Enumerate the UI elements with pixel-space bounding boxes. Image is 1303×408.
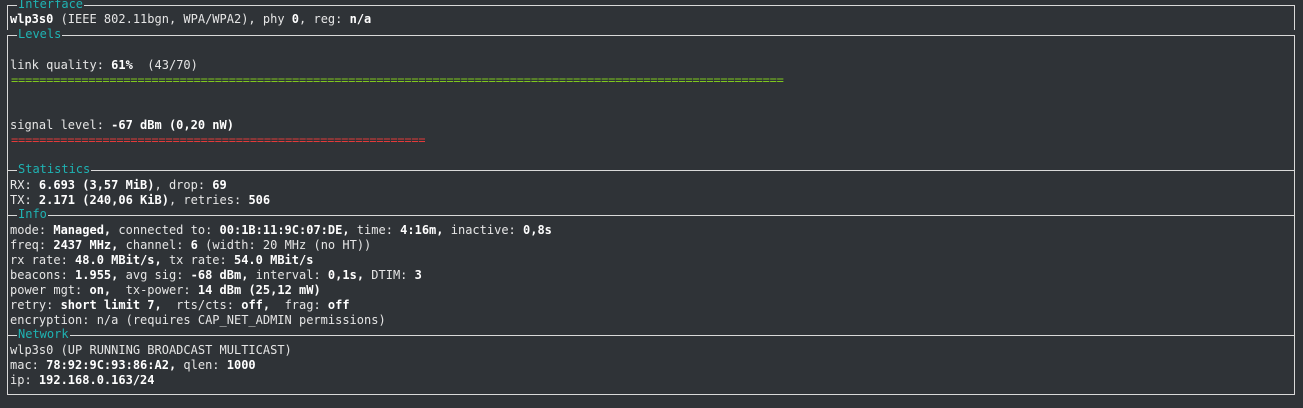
retry-label: retry:	[10, 298, 61, 312]
tx-rate-label: tx rate:	[161, 253, 234, 267]
width-text: (width: 20 MHz (no HT))	[197, 238, 372, 252]
freq-label: freq:	[10, 238, 54, 252]
rtscts-value: off,	[241, 298, 271, 312]
rx-rate-value: 48.0 MBit/s,	[75, 253, 162, 267]
freq-value: 2437 MHz,	[53, 238, 119, 252]
mode-line: mode: Managed, connected to: 00:1B:11:9C…	[10, 223, 552, 238]
link-quality-bar: ========================================…	[11, 74, 784, 86]
network-iface-line: wlp3s0 (UP RUNNING BROADCAST MULTICAST)	[10, 343, 292, 358]
tx-rate-value: 54.0 MBit/s	[233, 253, 314, 267]
power-label: power mgt:	[10, 283, 90, 297]
link-quality-extra: (43/70)	[132, 58, 198, 72]
interface-name: wlp3s0	[10, 12, 54, 26]
signal-level-extra: (0,20 nW)	[161, 118, 234, 132]
link-quality-value: 61%	[111, 58, 133, 72]
link-quality-label: link quality:	[10, 58, 112, 72]
network-title: Network	[17, 327, 70, 341]
statistics-panel: Statistics RX: 6.693 (3,57 MiB), drop: 6…	[7, 162, 1295, 216]
inactive-value: 0,8s	[523, 223, 552, 237]
signal-level-bar: ========================================…	[11, 134, 426, 146]
tx-label: TX:	[10, 193, 39, 207]
interval-value: 0,1s,	[327, 268, 365, 282]
tx-value: 2.171 (240,06 KiB)	[38, 193, 169, 207]
inactive-label: inactive:	[443, 223, 523, 237]
beacons-value: 1.955,	[75, 268, 119, 282]
power-line: power mgt: on, tx-power: 14 dBm (25,12 m…	[10, 283, 321, 298]
ip-value: 192.168.0.163/24	[38, 373, 155, 387]
signal-level-label: signal level:	[10, 118, 112, 132]
interface-reg-label: , reg:	[299, 12, 350, 26]
mode-value: Managed,	[53, 223, 112, 237]
interface-reg: n/a	[349, 12, 372, 26]
network-flags: (UP RUNNING BROADCAST MULTICAST)	[53, 343, 292, 357]
rtscts-label: rts/cts:	[161, 298, 242, 312]
info-title: Info	[17, 207, 48, 221]
bssid-value: 00:1B:11:9C:07:DE,	[219, 223, 350, 237]
mac-label: mac:	[10, 358, 47, 372]
rx-rate-label: rx rate:	[10, 253, 76, 267]
mac-value: 78:92:9C:93:86:A2,	[46, 358, 177, 372]
dtim-label: DTIM:	[364, 268, 415, 282]
rx-label: RX:	[10, 178, 39, 192]
levels-panel: Levels link quality: 61% (43/70) =======…	[7, 27, 1295, 171]
txpower-label: tx-power:	[111, 283, 198, 297]
wavemon-terminal: Interface wlp3s0 (IEEE 802.11bgn, WPA/WP…	[0, 0, 1303, 408]
rx-value: 6.693 (3,57 MiB)	[38, 178, 155, 192]
signal-level-line: signal level: -67 dBm (0,20 nW)	[10, 118, 234, 133]
signal-level-value: -67 dBm	[111, 118, 162, 132]
beacons-label: beacons:	[10, 268, 76, 282]
mode-label: mode:	[10, 223, 54, 237]
network-panel: Network wlp3s0 (UP RUNNING BROADCAST MUL…	[7, 327, 1295, 395]
mac-line: mac: 78:92:9C:93:86:A2, qlen: 1000	[10, 358, 256, 373]
levels-title: Levels	[17, 27, 63, 41]
rate-line: rx rate: 48.0 MBit/s, tx rate: 54.0 MBit…	[10, 253, 313, 268]
network-iface: wlp3s0	[10, 343, 54, 357]
qlen-value: 1000	[226, 358, 256, 372]
frag-value: off	[327, 298, 350, 312]
rx-drop-label: , drop:	[154, 178, 213, 192]
encryption-line: encryption: n/a (requires CAP_NET_ADMIN …	[10, 313, 386, 327]
tx-retries-label: , retries:	[168, 193, 249, 207]
rx-line: RX: 6.693 (3,57 MiB), drop: 69	[10, 178, 227, 193]
channel-value: 6	[190, 238, 198, 252]
ip-line: ip: 192.168.0.163/24	[10, 373, 155, 388]
interface-title: Interface	[17, 0, 85, 11]
time-value: 4:16m,	[400, 223, 444, 237]
dtim-value: 3	[414, 268, 422, 282]
freq-line: freq: 2437 MHz, channel: 6 (width: 20 MH…	[10, 238, 371, 253]
statistics-title: Statistics	[17, 162, 92, 176]
avg-sig-label: avg sig:	[118, 268, 191, 282]
qlen-label: qlen:	[176, 358, 227, 372]
power-value: on,	[89, 283, 112, 297]
retry-value: short limit 7,	[60, 298, 162, 312]
tx-retries: 506	[248, 193, 271, 207]
channel-label: channel:	[118, 238, 191, 252]
retry-line: retry: short limit 7, rts/cts: off, frag…	[10, 298, 350, 313]
frag-label: frag:	[270, 298, 328, 312]
interface-line: wlp3s0 (IEEE 802.11bgn, WPA/WPA2), phy 0…	[10, 12, 371, 27]
link-quality-line: link quality: 61% (43/70)	[10, 58, 198, 73]
ip-label: ip:	[10, 373, 39, 387]
rx-drop: 69	[212, 178, 227, 192]
txpower-value: 14 dBm	[197, 283, 242, 297]
interface-phy: 0	[291, 12, 300, 26]
interface-panel: Interface wlp3s0 (IEEE 802.11bgn, WPA/WP…	[7, 0, 1295, 30]
connected-label: connected to:	[111, 223, 220, 237]
txpower-extra: (25,12 mW)	[241, 283, 321, 297]
info-panel: Info mode: Managed, connected to: 00:1B:…	[7, 207, 1295, 336]
interval-label: interval:	[248, 268, 328, 282]
beacons-line: beacons: 1.955, avg sig: -68 dBm, interv…	[10, 268, 422, 283]
avg-sig-value: -68 dBm,	[190, 268, 249, 282]
tx-line: TX: 2.171 (240,06 KiB), retries: 506	[10, 193, 270, 208]
interface-desc: (IEEE 802.11bgn, WPA/WPA2), phy	[53, 12, 292, 26]
time-label: time:	[349, 223, 401, 237]
